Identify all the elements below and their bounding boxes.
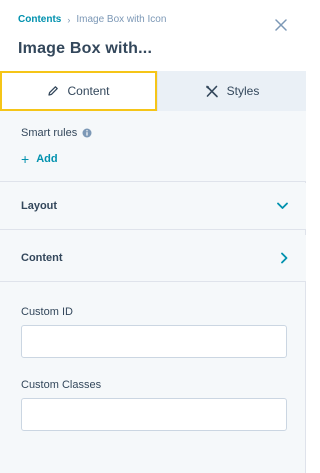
tab-content-label: Content xyxy=(67,84,110,98)
panel-header: Contents › Image Box with Icon Image Box… xyxy=(0,0,306,71)
smart-rules-heading: Smart rules xyxy=(21,127,92,139)
breadcrumb-current: Image Box with Icon xyxy=(76,14,167,25)
tab-content[interactable]: Content xyxy=(0,71,157,111)
breadcrumb-parent-link[interactable]: Contents xyxy=(18,14,61,25)
layout-accordion-label: Layout xyxy=(21,200,58,212)
content-accordion[interactable]: Content xyxy=(0,235,306,282)
smart-rules-section: Smart rules + Add xyxy=(0,111,306,182)
layout-accordion[interactable]: Layout xyxy=(0,183,306,230)
breadcrumb-separator: › xyxy=(67,14,71,25)
tab-styles[interactable]: Styles xyxy=(157,71,306,111)
add-smart-rule-label: Add xyxy=(36,153,58,165)
close-button[interactable] xyxy=(270,14,292,36)
content-accordion-label: Content xyxy=(21,252,63,264)
plus-icon: + xyxy=(21,151,30,167)
smart-rules-label: Smart rules xyxy=(21,127,78,139)
chevron-right-icon xyxy=(281,252,288,264)
custom-id-label: Custom ID xyxy=(21,306,73,318)
custom-classes-input[interactable] xyxy=(21,398,287,431)
chevron-down-icon xyxy=(277,202,288,210)
styles-icon xyxy=(205,85,218,97)
close-icon xyxy=(275,19,287,31)
custom-classes-label: Custom Classes xyxy=(21,379,102,391)
sidebar-panel: Contents › Image Box with Icon Image Box… xyxy=(0,0,306,473)
page-title: Image Box with... xyxy=(18,40,153,57)
tab-styles-label: Styles xyxy=(226,84,260,98)
custom-id-input[interactable] xyxy=(21,325,287,358)
pencil-icon xyxy=(48,86,59,96)
info-icon[interactable] xyxy=(82,128,92,138)
add-smart-rule-button[interactable]: + Add xyxy=(21,151,58,167)
breadcrumb: Contents › Image Box with Icon xyxy=(18,14,166,25)
tab-bar: Content Styles xyxy=(0,71,306,111)
